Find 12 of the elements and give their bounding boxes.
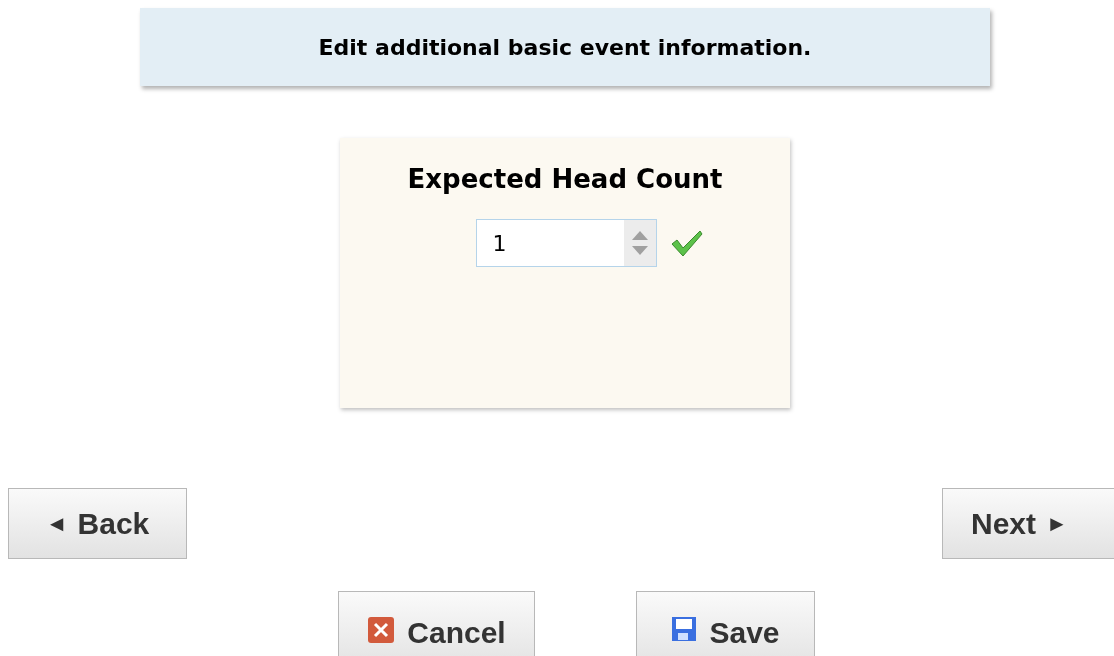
spin-down-icon[interactable] — [631, 246, 648, 255]
field-label: Expected Head Count — [407, 163, 723, 196]
save-button[interactable]: Save — [636, 591, 815, 656]
number-input[interactable]: 1 — [476, 220, 624, 266]
number-spinner[interactable]: 1 — [475, 219, 657, 267]
save-icon — [671, 616, 698, 642]
cancel-button[interactable]: Cancel — [338, 591, 535, 656]
close-icon — [367, 616, 396, 644]
next-button[interactable]: Next ► — [942, 488, 1114, 559]
spin-up-icon[interactable] — [631, 231, 648, 240]
back-button[interactable]: ◄ Back — [8, 488, 187, 559]
instruction-text: Edit additional basic event information. — [318, 33, 812, 62]
